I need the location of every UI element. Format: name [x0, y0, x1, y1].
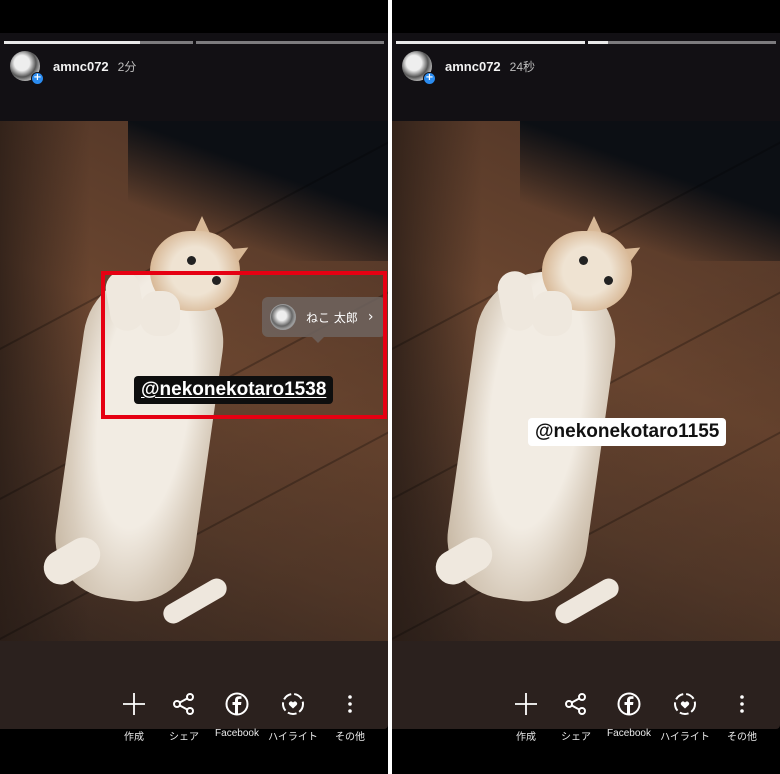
- story-panel-right: + amnc072 24秒 作成 シェア Facebook ハイライト その他 …: [392, 0, 780, 774]
- more-button[interactable]: その他: [318, 690, 382, 743]
- highlight-icon: [674, 693, 696, 715]
- story-user[interactable]: + amnc072 2分: [10, 51, 137, 85]
- story-header: + amnc072 24秒: [392, 33, 780, 121]
- story-progress-bar: [396, 41, 776, 44]
- highlight-icon: [282, 693, 304, 715]
- highlight-button[interactable]: ハイライト: [653, 690, 717, 743]
- add-story-icon: +: [423, 72, 436, 85]
- story-photo[interactable]: [392, 121, 780, 641]
- facebook-button[interactable]: Facebook: [205, 690, 269, 739]
- post-time: 2分: [117, 59, 137, 74]
- progress-segment-1: [4, 41, 193, 44]
- progress-segment-2: [195, 41, 384, 44]
- story-actions: 作成 シェア Facebook ハイライト その他: [502, 690, 780, 750]
- progress-segment-1: [396, 41, 585, 44]
- username[interactable]: amnc072: [445, 59, 501, 74]
- progress-segment-2: [587, 41, 776, 44]
- annotation-highlight-box: [101, 271, 387, 419]
- story-panel-left: + amnc072 2分 作成 シェア Facebook ハイライト その他 ね…: [0, 0, 388, 774]
- mention-sticker[interactable]: @nekonekotaro1155: [528, 418, 727, 446]
- more-icon: [348, 695, 352, 713]
- more-button[interactable]: その他: [710, 690, 774, 743]
- story-header: + amnc072 2分: [0, 33, 388, 121]
- username[interactable]: amnc072: [53, 59, 109, 74]
- story-progress-bar: [4, 41, 384, 44]
- avatar[interactable]: +: [402, 51, 436, 85]
- highlight-label: ハイライト: [660, 732, 710, 743]
- facebook-icon: [225, 692, 249, 716]
- more-icon: [740, 695, 744, 713]
- avatar[interactable]: +: [10, 51, 44, 85]
- story-actions: 作成 シェア Facebook ハイライト その他: [110, 690, 388, 750]
- highlight-label: ハイライト: [268, 732, 318, 743]
- share-icon: [173, 693, 194, 715]
- facebook-button[interactable]: Facebook: [597, 690, 661, 739]
- facebook-icon: [617, 692, 641, 716]
- highlight-button[interactable]: ハイライト: [261, 690, 325, 743]
- plus-icon: [515, 693, 537, 715]
- more-label: その他: [727, 732, 757, 743]
- story-user[interactable]: + amnc072 24秒: [402, 51, 536, 85]
- add-story-icon: +: [31, 72, 44, 85]
- mention-text: @nekonekotaro1155: [535, 421, 720, 442]
- more-label: その他: [335, 732, 365, 743]
- facebook-label: Facebook: [607, 728, 651, 739]
- post-time: 24秒: [509, 59, 536, 74]
- share-icon: [565, 693, 586, 715]
- plus-icon: [123, 693, 145, 715]
- facebook-label: Facebook: [215, 728, 259, 739]
